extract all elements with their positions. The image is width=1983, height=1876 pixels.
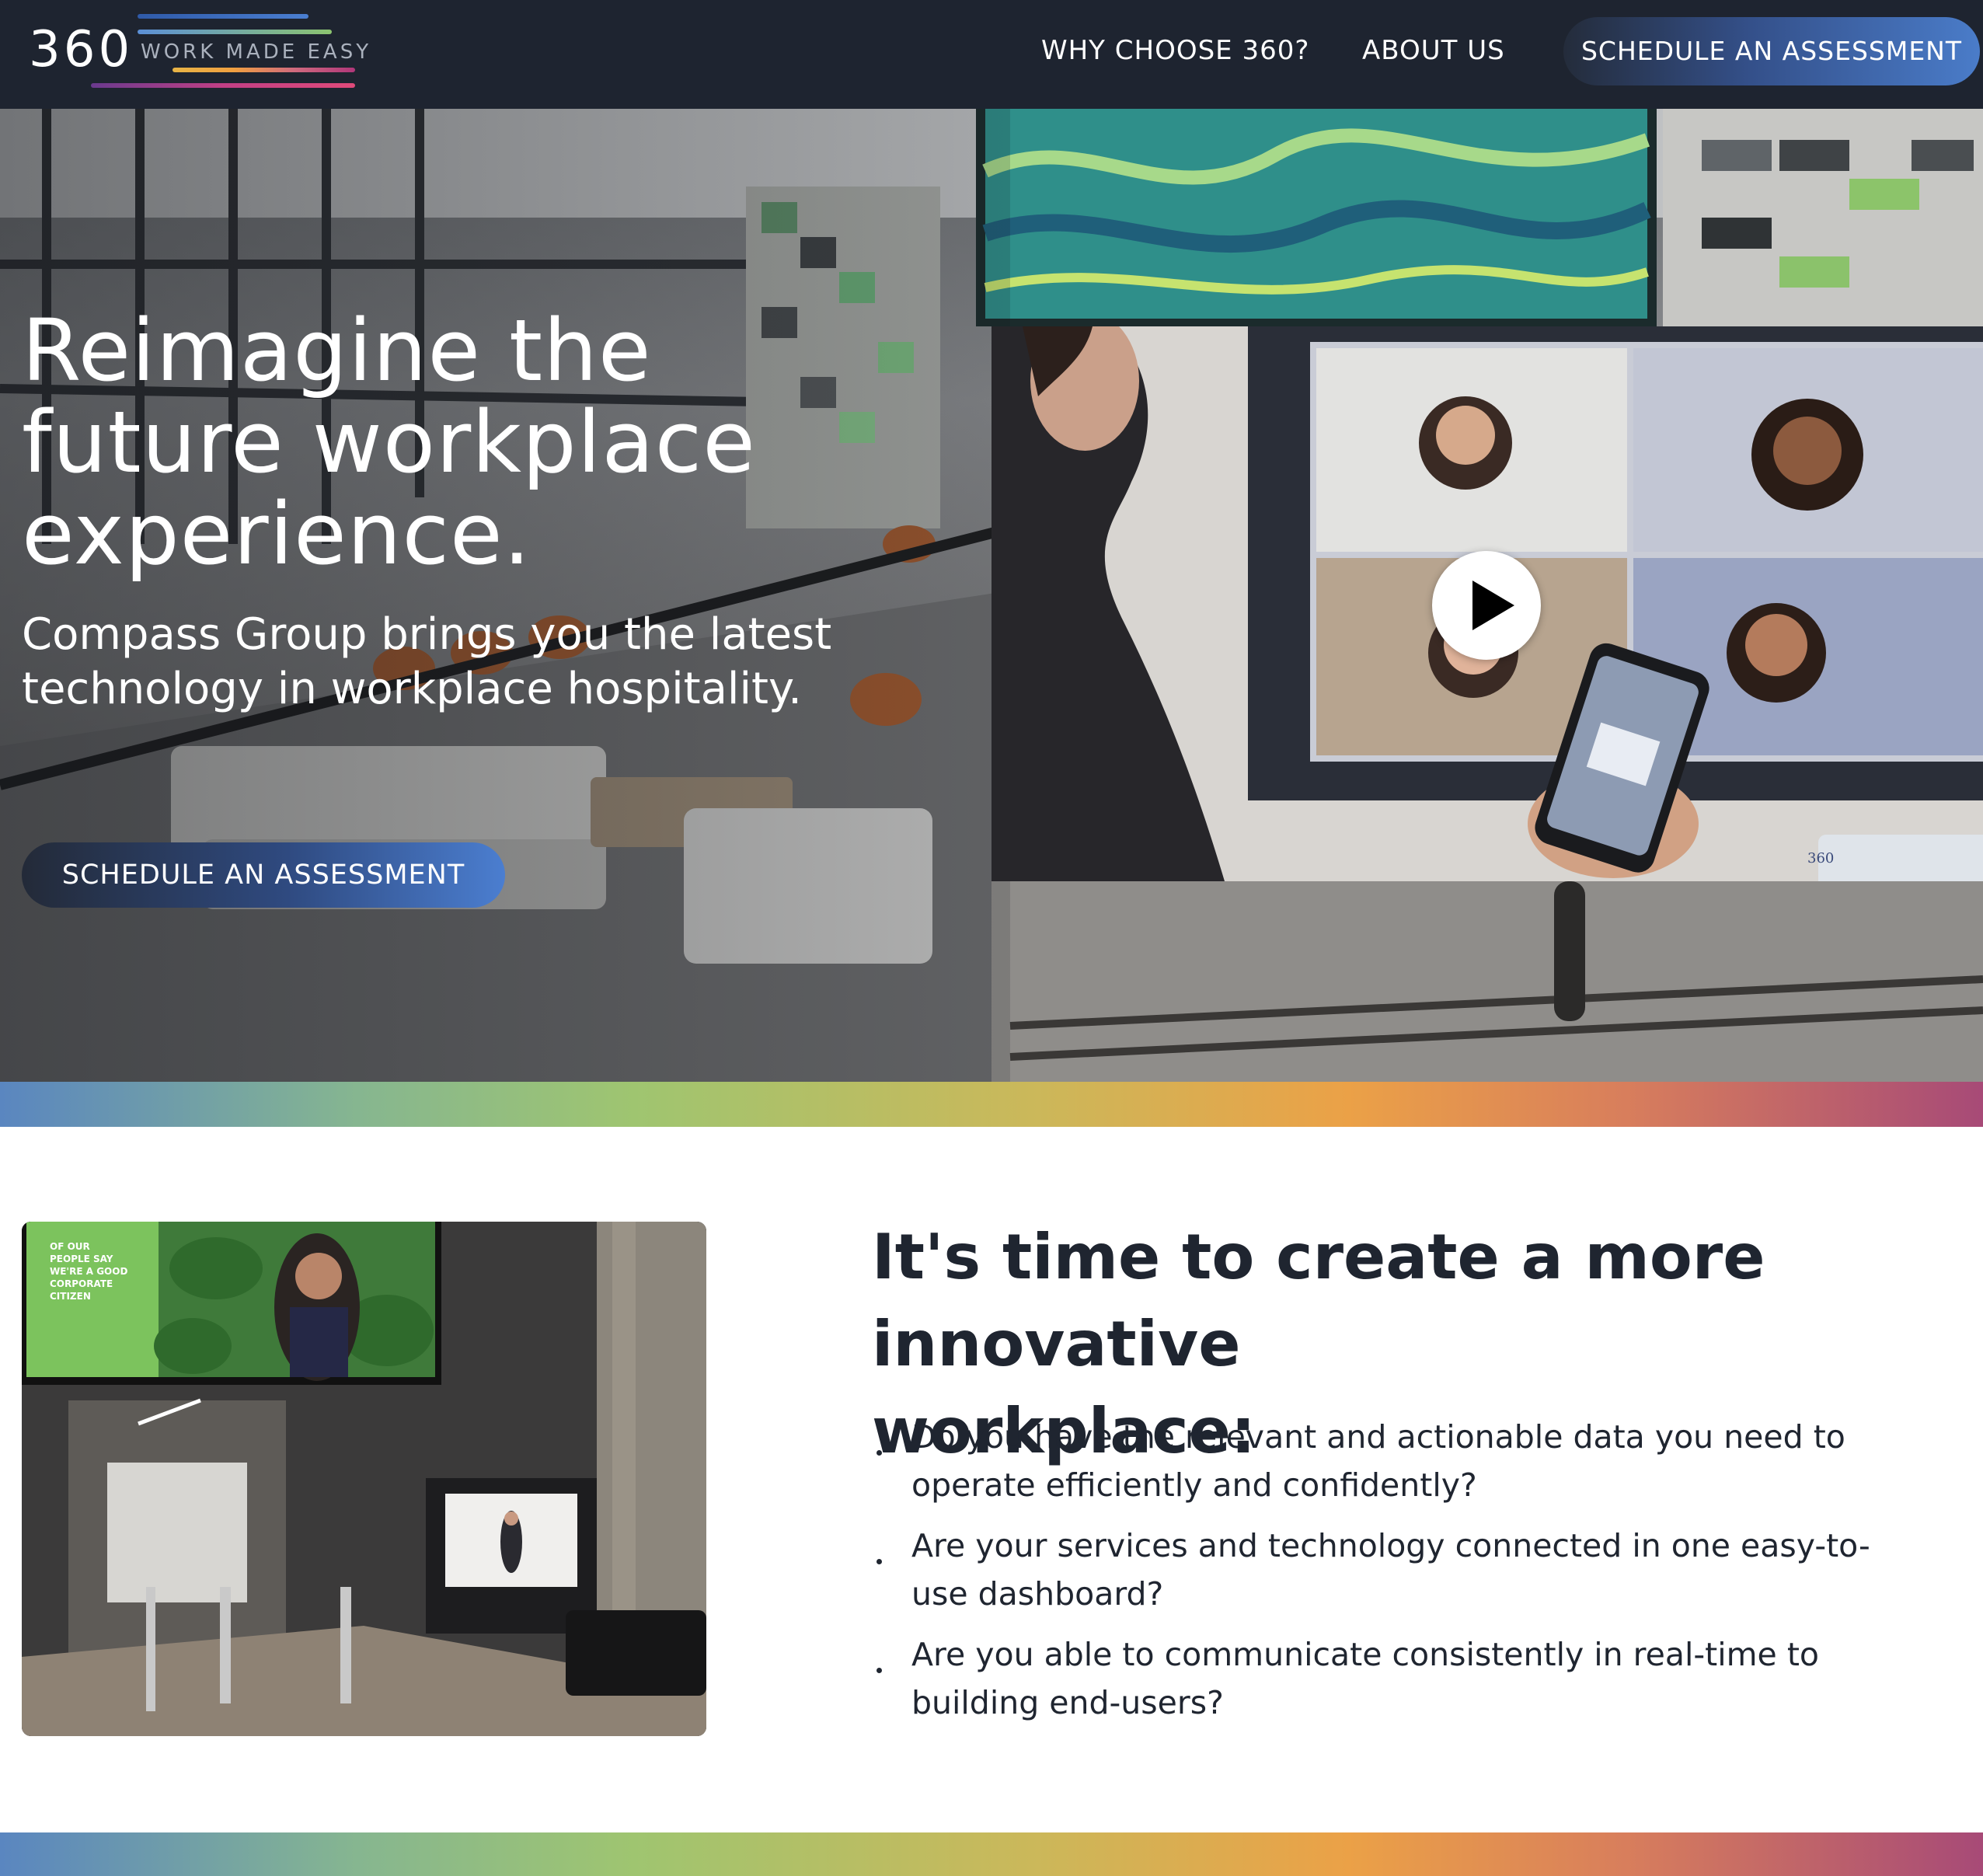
nav-link-about-us[interactable]: ABOUT US	[1362, 35, 1505, 66]
rainbow-divider	[0, 1082, 1983, 1127]
question-text-line: use dashboard?	[911, 1575, 1164, 1613]
hero-schedule-assessment-button[interactable]: SCHEDULE AN ASSESSMENT	[22, 842, 505, 908]
nav-schedule-assessment-button[interactable]: SCHEDULE AN ASSESSMENT	[1563, 17, 1980, 85]
question-list: Do you have the relevant and actionable …	[872, 1413, 1882, 1739]
screen-text-line: CITIZEN	[50, 1291, 91, 1302]
hero-subtitle: Compass Group brings you the latest tech…	[22, 608, 939, 717]
top-nav: 360 WORK MADE EASY WHY CHOOSE 360? ABOUT…	[0, 0, 1983, 109]
question-text-line: operate efficiently and confidently?	[911, 1466, 1477, 1504]
screen-text-line: PEOPLE SAY	[50, 1254, 113, 1264]
bullet-icon	[876, 1559, 882, 1564]
play-icon	[1472, 581, 1514, 630]
hero-title-line: future workplace	[22, 392, 756, 492]
hero-title: Reimagine the future workplace experienc…	[22, 305, 954, 580]
screen-text-line: CORPORATE	[50, 1278, 113, 1289]
hero-subtitle-line: technology in workplace hospitality.	[22, 664, 802, 714]
nav-link-why-choose[interactable]: WHY CHOOSE 360?	[1041, 35, 1309, 66]
lobby-photo: OF OUR PEOPLE SAY WE'RE A GOOD CORPORATE…	[22, 1222, 706, 1736]
screen-text-line: OF OUR	[50, 1241, 90, 1252]
question-item: Are your services and technology connect…	[872, 1522, 1882, 1618]
tablet-label: 360	[1807, 850, 1834, 867]
screen-text-line: WE'RE A GOOD	[50, 1266, 127, 1277]
hero-title-line: Reimagine the	[22, 301, 652, 400]
question-text-line: Do you have the relevant and actionable …	[911, 1418, 1845, 1456]
rainbow-divider	[0, 1832, 1983, 1876]
question-item: Are you able to communicate consistently…	[872, 1630, 1882, 1727]
logo-tagline: WORK MADE EASY	[141, 40, 372, 64]
bullet-icon	[876, 1450, 882, 1456]
hero-overlay	[0, 109, 1010, 1082]
bullet-icon	[876, 1668, 882, 1673]
logo-360[interactable]: 360 WORK MADE EASY	[29, 11, 368, 92]
question-item: Do you have the relevant and actionable …	[872, 1413, 1882, 1509]
logo-line	[173, 68, 355, 72]
logo-number: 360	[29, 21, 134, 78]
logo-line	[91, 83, 355, 88]
innovation-title-line: It's time to create a more innovative	[872, 1221, 1765, 1380]
hero-video[interactable]: 360	[992, 326, 1983, 881]
hero-subtitle-line: Compass Group brings you the latest	[22, 609, 832, 660]
hero-section: Reimagine the future workplace experienc…	[0, 109, 1983, 1082]
question-text-line: Are your services and technology connect…	[911, 1527, 1870, 1564]
question-text-line: building end-users?	[911, 1684, 1224, 1721]
logo-line	[138, 14, 308, 19]
lobby-image: OF OUR PEOPLE SAY WE'RE A GOOD CORPORATE…	[22, 1222, 706, 1736]
play-button[interactable]	[1432, 551, 1541, 660]
logo-line	[138, 30, 332, 34]
question-text-line: Are you able to communicate consistently…	[911, 1636, 1819, 1673]
hero-title-line: experience.	[22, 484, 531, 584]
